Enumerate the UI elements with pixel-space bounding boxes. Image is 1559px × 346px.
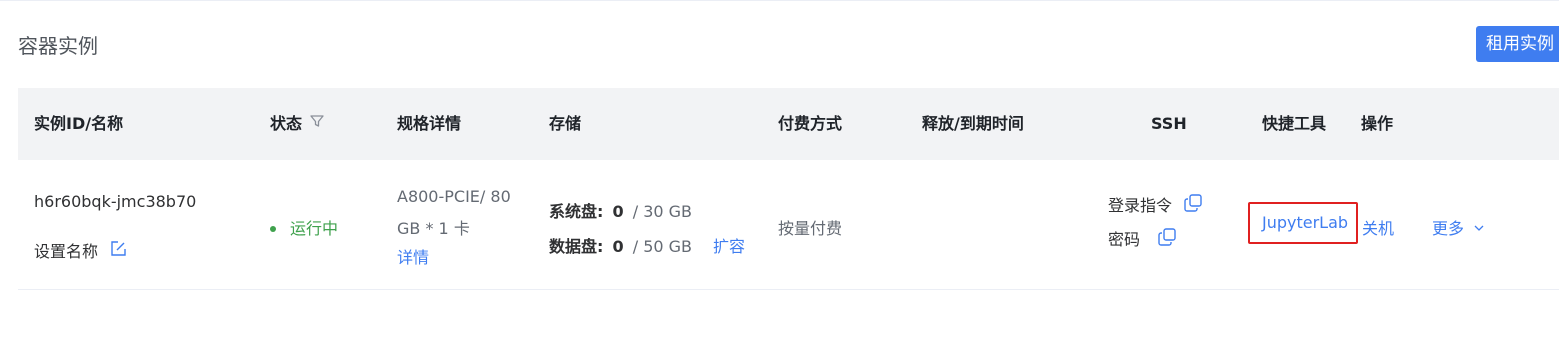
copy-icon[interactable] [1157,227,1177,251]
status-dot [270,225,276,232]
data-disk-total: / 50 GB [632,237,693,256]
table-header: 实例ID/名称 状态 规格详情 存储 付费方式 释放/到期时间 SSH 快捷工具… [18,88,1559,160]
header-storage: 存储 [549,114,582,133]
data-disk-label: 数据盘: [549,237,604,256]
shutdown-button[interactable]: 关机 [1362,215,1394,239]
page-title: 容器实例 [18,34,98,58]
spec-line-1: A800-PCIE/ 80 [397,187,511,206]
data-disk: 数据盘: 0 / 50 GB [549,233,692,257]
system-disk-total: / 30 GB [632,202,693,221]
system-disk-label: 系统盘: [549,202,604,221]
status-text: 运行中 [290,219,339,238]
instance-table: 实例ID/名称 状态 规格详情 存储 付费方式 释放/到期时间 SSH 快捷工具… [18,88,1559,290]
ssh-password-label: 密码 [1108,230,1141,249]
header-actions: 操作 [1361,114,1394,133]
ssh-login-group: 登录指令 [1108,192,1203,217]
spec-detail-link[interactable]: 详情 [397,244,429,268]
header-quick-tools: 快捷工具 [1262,114,1327,133]
filter-icon[interactable] [310,87,324,159]
header-instance: 实例ID/名称 [34,114,124,133]
header-ssh: SSH [1151,114,1187,133]
payment-method: 按量付费 [778,219,843,238]
expand-link[interactable]: 扩容 [713,233,745,257]
header-release: 释放/到期时间 [922,114,1024,133]
more-dropdown[interactable]: 更多 [1432,215,1485,239]
set-name-group: 设置名称 [34,238,127,262]
set-name-link[interactable]: 设置名称 [34,242,98,261]
more-label: 更多 [1432,219,1465,238]
system-disk: 系统盘: 0 / 30 GB [549,198,692,222]
rent-instance-button[interactable]: 租用实例 [1476,26,1559,62]
system-disk-used: 0 [612,202,624,221]
header-spec: 规格详情 [397,114,462,133]
spec-line-2: GB * 1 卡 [397,219,470,238]
header-status-label: 状态 [270,114,303,133]
edit-icon[interactable] [109,240,127,262]
status-badge: 运行中 [270,215,338,239]
chevron-down-icon [1473,219,1485,238]
copy-icon[interactable] [1183,193,1203,217]
header-payment: 付费方式 [778,114,843,133]
instance-id: h6r60bqk-jmc38b70 [34,192,197,211]
top-divider [0,0,1559,1]
ssh-login-label: 登录指令 [1108,196,1173,215]
ssh-password-group: 密码 [1108,226,1177,251]
header-status: 状态 [270,88,324,160]
data-disk-used: 0 [612,237,624,256]
jupyterlab-link[interactable]: JupyterLab [1248,202,1358,244]
